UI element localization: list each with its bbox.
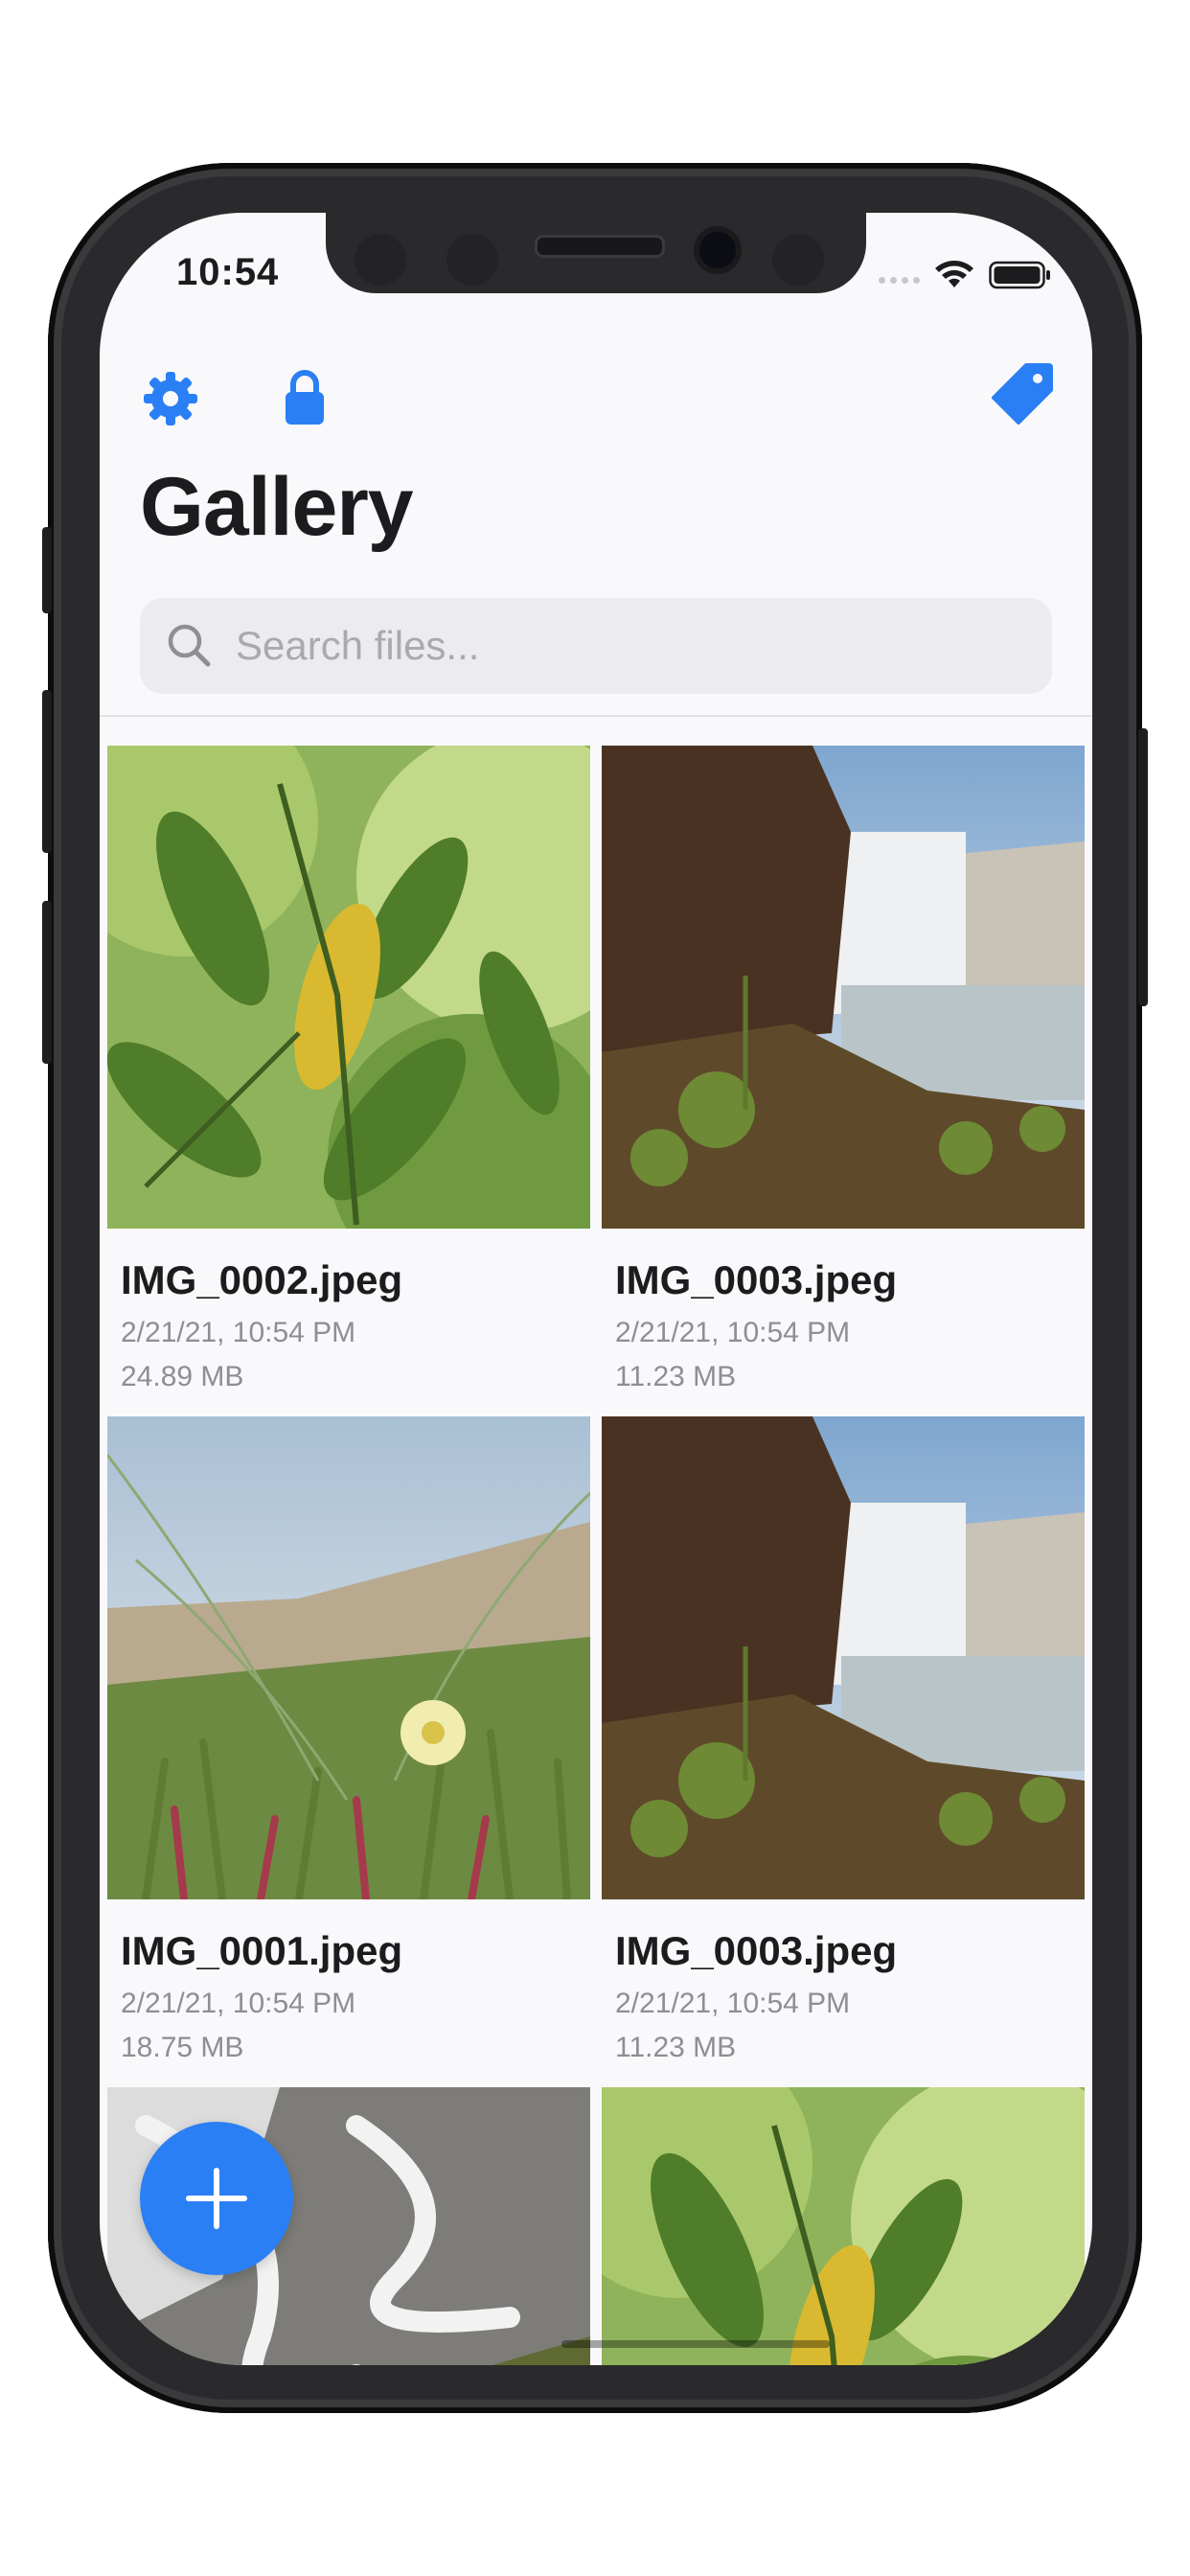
- app-screen: 10:54 Gallery Search files... IMG_0002.j…: [100, 213, 1092, 2365]
- tag-icon: [992, 363, 1053, 425]
- add-button[interactable]: [140, 2122, 293, 2275]
- file-date: 2/21/21, 10:54 PM: [121, 1988, 356, 2019]
- file-date: 2/21/21, 10:54 PM: [121, 1317, 356, 1348]
- home-indicator[interactable]: [561, 2340, 830, 2348]
- plus-icon: [186, 2168, 247, 2229]
- lock-button[interactable]: [278, 362, 332, 431]
- file-date: 2/21/21, 10:54 PM: [615, 1988, 851, 2019]
- volume-down-button: [42, 901, 52, 1064]
- tag-button[interactable]: [985, 356, 1060, 431]
- notch: [326, 213, 866, 293]
- gallery-item[interactable]: IMG_0002.jpeg 2/21/21, 10:54 PM 24.89 MB: [107, 746, 590, 1393]
- battery-icon: [989, 261, 1050, 289]
- gallery-item[interactable]: [602, 2087, 1085, 2365]
- file-size: 11.23 MB: [615, 1361, 737, 1392]
- gallery-item[interactable]: IMG_0003.jpeg 2/21/21, 10:54 PM 11.23 MB: [602, 746, 1085, 1393]
- photo-thumbnail[interactable]: [602, 2087, 1085, 2365]
- photo-thumbnail[interactable]: [107, 1416, 590, 1899]
- settings-button[interactable]: [138, 366, 203, 431]
- page-title: Gallery: [140, 461, 414, 553]
- photo-thumbnail[interactable]: [602, 1416, 1085, 1899]
- file-name: IMG_0003.jpeg: [615, 1928, 898, 1973]
- lock-icon: [286, 370, 324, 425]
- search-icon: [168, 624, 211, 667]
- search-bar[interactable]: [140, 598, 1052, 694]
- gear-icon: [144, 372, 197, 426]
- header-divider: [100, 715, 1092, 717]
- power-button: [1138, 728, 1148, 1006]
- mute-switch: [42, 527, 52, 613]
- file-name: IMG_0003.jpeg: [615, 1257, 898, 1302]
- volume-up-button: [42, 690, 52, 853]
- photo-thumbnail[interactable]: [602, 746, 1085, 1229]
- file-size: 18.75 MB: [121, 2032, 244, 2063]
- file-date: 2/21/21, 10:54 PM: [615, 1317, 851, 1348]
- gallery-item[interactable]: IMG_0001.jpeg 2/21/21, 10:54 PM 18.75 MB: [107, 1416, 590, 2064]
- cellular-signal-icon: [879, 276, 920, 284]
- wifi-icon: [935, 261, 973, 288]
- gallery-item[interactable]: IMG_0003.jpeg 2/21/21, 10:54 PM 11.23 MB: [602, 1416, 1085, 2064]
- file-size: 11.23 MB: [615, 2032, 737, 2063]
- search-input[interactable]: [234, 622, 1004, 670]
- file-size: 24.89 MB: [121, 1361, 244, 1392]
- status-time: 10:54: [176, 251, 280, 293]
- status-icons: [879, 259, 1052, 291]
- photo-thumbnail[interactable]: [107, 746, 590, 1229]
- file-name: IMG_0002.jpeg: [121, 1257, 403, 1302]
- file-name: IMG_0001.jpeg: [121, 1928, 403, 1973]
